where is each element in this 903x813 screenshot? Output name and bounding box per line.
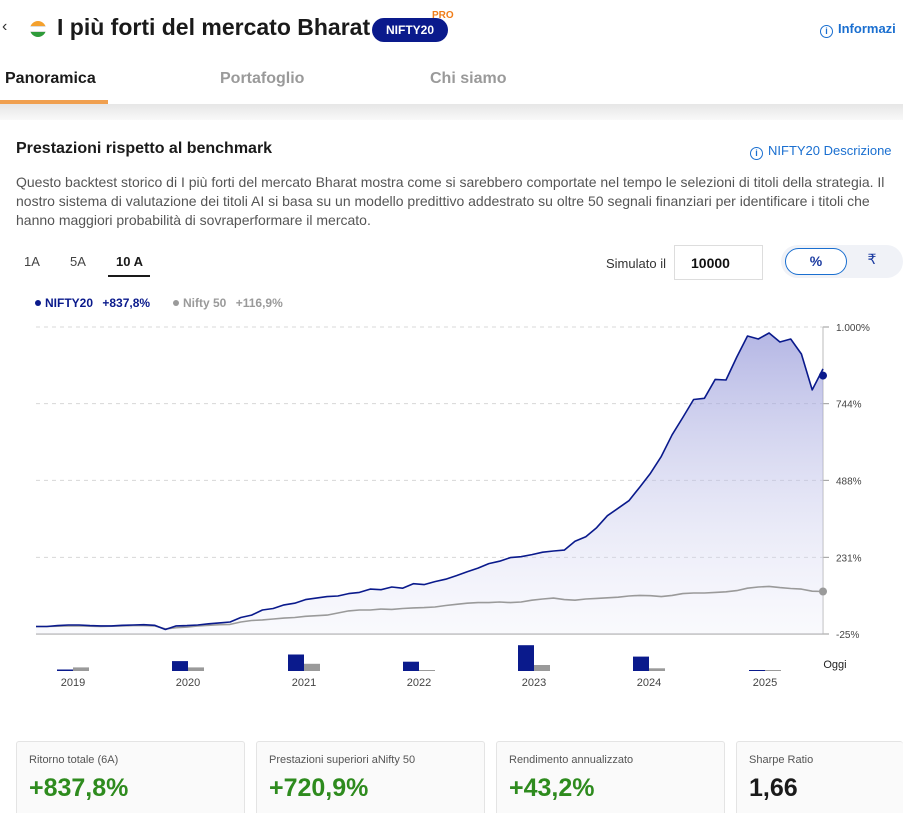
performance-chart: 1.000% 744% 488% 231% -25% 2019 2020 2021 2022 20… — [36, 323, 870, 689]
y-tick-label: 1.000% — [836, 323, 870, 334]
legend-name-nifty50: Nifty 50 — [183, 296, 227, 310]
stat-label: Sharpe Ratio — [749, 754, 814, 766]
stat-value: +837,8% — [29, 774, 129, 802]
simulator-amount-input[interactable] — [674, 245, 763, 280]
strategy-badge: NIFTY20 — [372, 18, 449, 42]
nifty50-end-point — [819, 587, 827, 596]
stat-card-sharpe-ratio: Sharpe Ratio 1,66 — [736, 741, 903, 813]
annual-bar-nifty20 — [172, 661, 188, 671]
legend-dot-nifty50 — [173, 300, 179, 306]
tab-portafoglio[interactable]: Portafoglio — [220, 70, 304, 88]
tab-chi-siamo[interactable]: Chi siamo — [430, 70, 506, 88]
page-title: I più forti del mercato Bharat — [57, 14, 371, 40]
annual-bar-nifty50 — [765, 670, 781, 671]
pro-badge: PRO — [432, 10, 454, 21]
y-tick-label: -25% — [836, 630, 859, 641]
stat-label: Rendimento annualizzato — [509, 754, 634, 766]
legend-nifty50[interactable]: Nifty 50 +116,9% — [173, 296, 283, 310]
description-link-label: NIFTY20 Descrizione — [768, 143, 892, 158]
stat-card-total-return: Ritorno totale (6A) +837,8% — [16, 741, 245, 813]
information-link-label: Informazi — [838, 21, 896, 36]
information-link[interactable]: i Informazi — [820, 21, 896, 38]
legend-name-nifty20: NIFTY20 — [45, 296, 94, 310]
percent-toggle-button[interactable]: % — [785, 248, 847, 275]
annual-bar-nifty50 — [304, 663, 320, 671]
info-icon: i — [820, 25, 833, 38]
annual-bar-nifty20 — [518, 645, 534, 671]
period-10y-button[interactable]: 10 A — [116, 254, 143, 269]
annual-bar-nifty20 — [749, 670, 765, 671]
header-shadow — [0, 104, 903, 120]
annual-bar-nifty50 — [188, 667, 204, 671]
y-tick-label: 488% — [836, 476, 862, 487]
stat-value: +43,2% — [509, 774, 595, 802]
x-year-label: 2019 — [61, 677, 85, 689]
tab-panoramica[interactable]: Panoramica — [5, 70, 96, 88]
stat-card-annualized-return: Rendimento annualizzato +43,2% — [496, 741, 725, 813]
unit-toggle: % ₹ — [781, 245, 903, 278]
rupee-toggle-button[interactable]: ₹ — [861, 251, 883, 268]
annual-bar-nifty20 — [403, 661, 419, 671]
annual-bar-nifty50 — [649, 668, 665, 671]
annual-bar-nifty50 — [73, 667, 89, 671]
nifty20-area — [36, 333, 823, 634]
x-today-label: Oggi — [823, 659, 846, 671]
header: ‹ I più forti del mercato Bharat NIFTY20… — [0, 0, 903, 58]
stat-value: +720,9% — [269, 774, 369, 802]
y-tick-label: 231% — [836, 553, 862, 564]
section-description: Questo backtest storico di I più forti d… — [16, 174, 885, 228]
x-year-label: 2023 — [522, 677, 546, 689]
x-year-label: 2021 — [292, 677, 316, 689]
legend-dot-nifty20 — [35, 300, 41, 306]
stat-label: Prestazioni superiori aNifty 50 — [269, 754, 416, 766]
active-period-indicator — [108, 275, 150, 277]
simulator-label: Simulato il — [606, 256, 666, 271]
legend-nifty20[interactable]: NIFTY20 +837,8% — [35, 296, 150, 310]
period-5y-button[interactable]: 5A — [70, 254, 86, 269]
y-tick-label: 744% — [836, 400, 862, 411]
nifty20-description-link[interactable]: i NIFTY20 Descrizione — [750, 143, 892, 160]
annual-bar-nifty20 — [288, 654, 304, 671]
nifty20-end-point — [819, 371, 827, 380]
legend-value-nifty50: +116,9% — [235, 296, 283, 310]
india-flag-icon — [30, 21, 46, 37]
annual-bar-nifty20 — [57, 669, 73, 671]
x-year-label: 2025 — [753, 677, 777, 689]
period-1y-button[interactable]: 1A — [24, 254, 40, 269]
annual-bar-nifty50 — [534, 665, 550, 671]
legend-value-nifty20: +837,8% — [102, 296, 151, 310]
x-year-label: 2024 — [637, 677, 661, 689]
annual-bar-nifty20 — [633, 656, 649, 671]
back-chevron-icon[interactable]: ‹ — [2, 18, 7, 36]
tab-bar: Panoramica Portafoglio Chi siamo — [0, 58, 903, 104]
section-title: Prestazioni rispetto al benchmark — [16, 140, 273, 157]
stat-card-outperformance: Prestazioni superiori aNifty 50 +720,9% — [256, 741, 485, 813]
info-icon: i — [750, 147, 763, 160]
stat-label: Ritorno totale (6A) — [29, 754, 119, 766]
x-year-label: 2020 — [176, 677, 200, 689]
annual-bar-nifty50 — [419, 670, 435, 671]
x-year-label: 2022 — [407, 677, 431, 689]
stat-value: 1,66 — [749, 774, 798, 802]
